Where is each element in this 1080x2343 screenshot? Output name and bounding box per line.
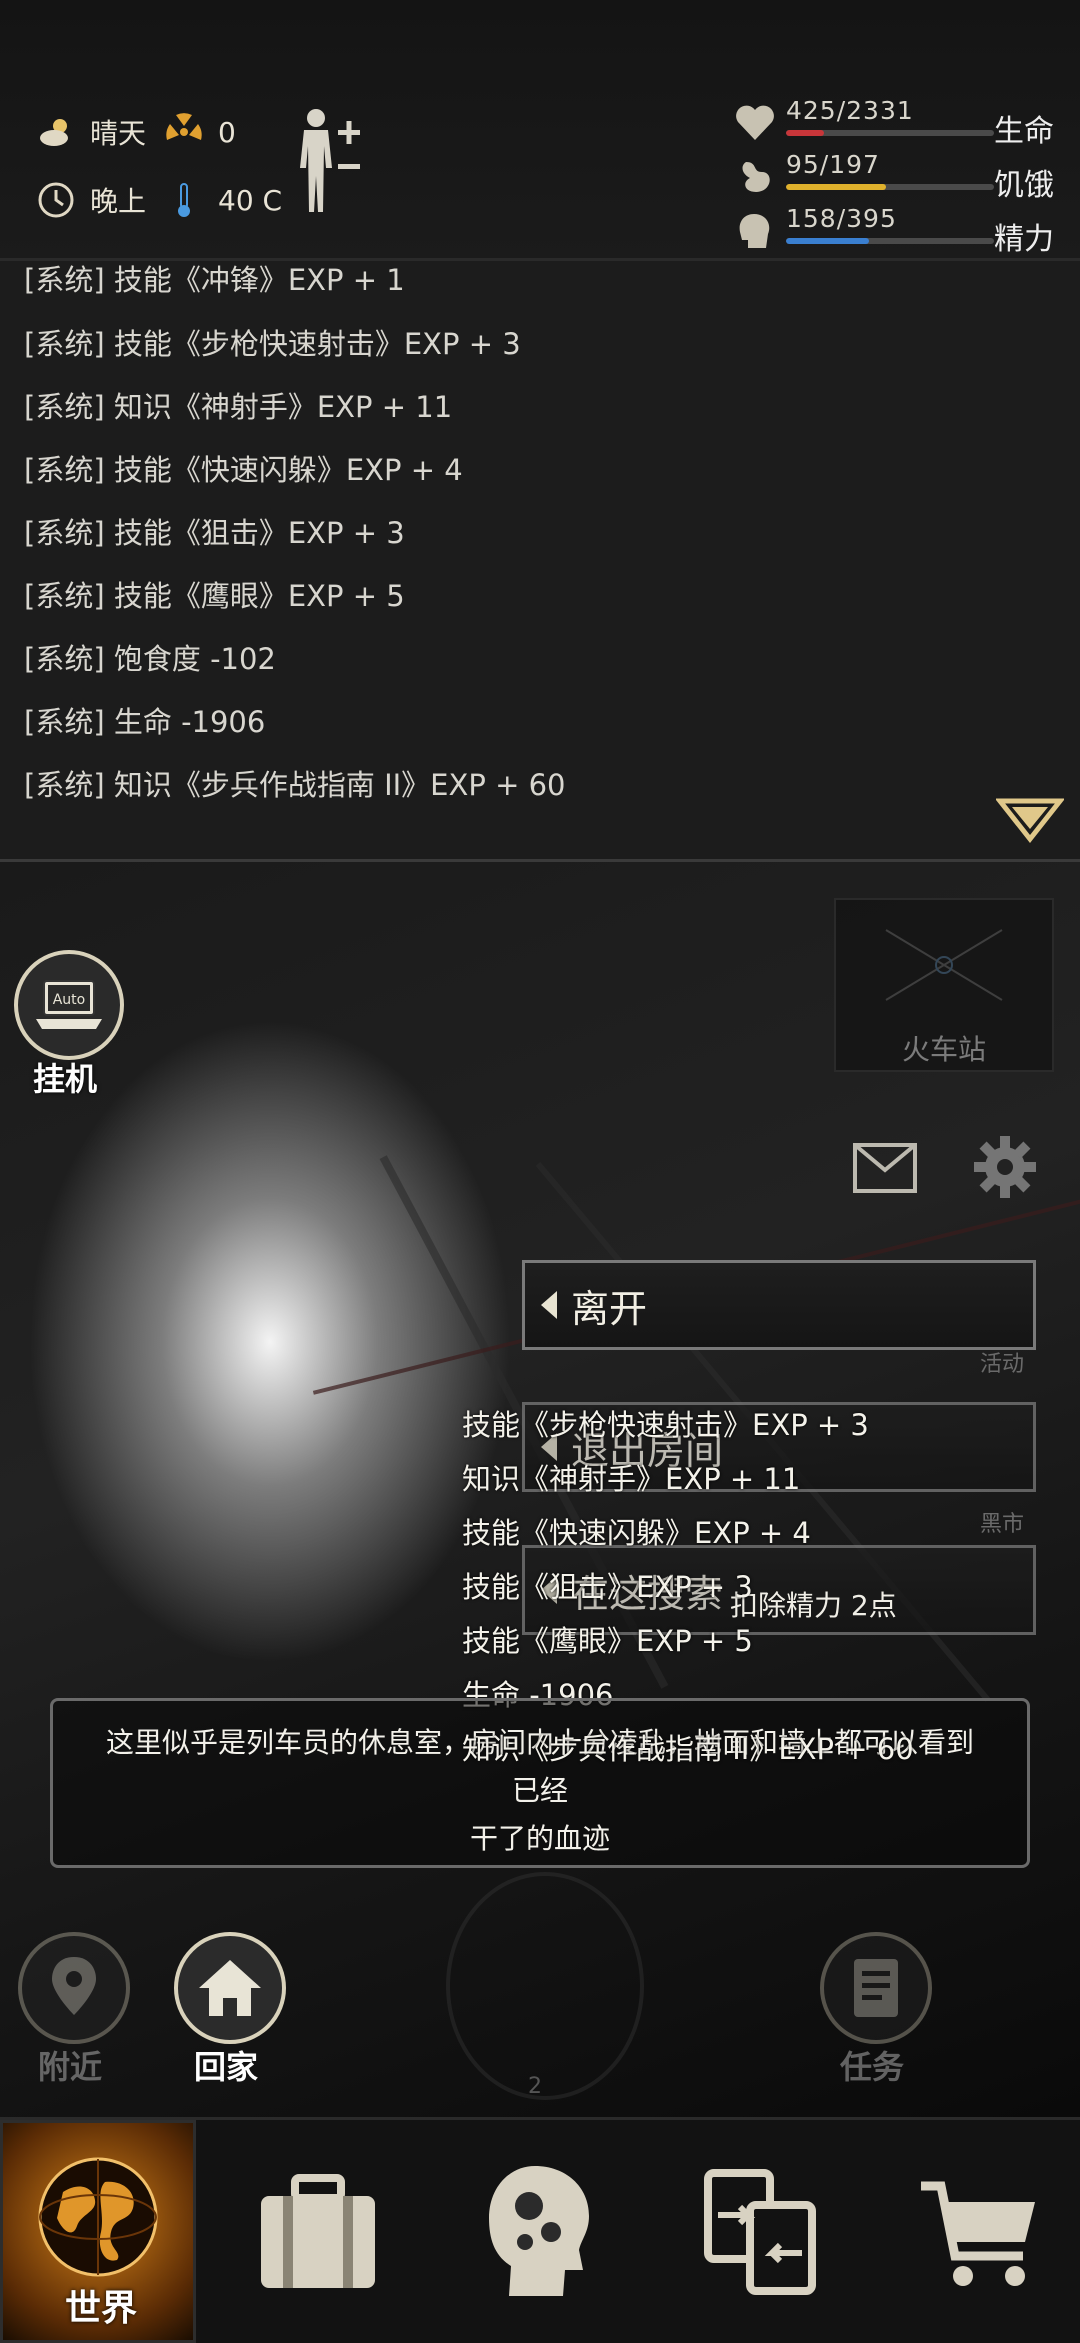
shopping-cart-icon (921, 2181, 1035, 2286)
left-arrow-icon (541, 1291, 557, 1319)
temperature-indicator: 40 C (164, 180, 282, 220)
radar-display (446, 1872, 644, 2100)
home-icon (199, 1960, 261, 2016)
temperature-value: 40 C (218, 183, 283, 217)
time-text: 晚上 (90, 185, 147, 218)
log-line: [系统] 技能《鹰眼》EXP + 5 (24, 579, 405, 613)
laptop-icon: Auto (36, 980, 102, 1029)
activity-label: 活动 (980, 1352, 1025, 1377)
log-line: [系统] 技能《冲锋》EXP + 1 (24, 263, 405, 297)
log-line: [系统] 生命 -1906 (24, 705, 266, 739)
energy-label: 精力 (994, 222, 1054, 257)
hunger-bar (786, 184, 994, 190)
floating-exp-text: 知识《步兵作战指南 II》EXP + 60 (462, 1732, 914, 1766)
search-cost: 扣除精力 2点 (730, 1589, 897, 1622)
leave-label: 离开 (571, 1286, 648, 1331)
leave-button[interactable]: 离开 (522, 1260, 1036, 1350)
sun-cloud-icon (40, 119, 68, 146)
scene-view: Auto 挂机 火车站 离开 活动 退出房间 黑市 在这搜索 扣除精力 2点 技… (0, 862, 1080, 2117)
nearby-label: 附近 (37, 2048, 102, 2086)
black-market-label: 黑市 (980, 1512, 1025, 1537)
floating-exp-text: 知识《神射手》EXP + 11 (462, 1462, 801, 1496)
description-line: 干了的血迹 (469, 1822, 610, 1855)
radar-label: 2 (528, 2074, 542, 2099)
energy-value: 158/395 (786, 204, 897, 233)
message-log[interactable]: [系统] 技能《冲锋》EXP + 1 [系统] 技能《步枪快速射击》EXP + … (0, 261, 1080, 862)
location-label: 火车站 (901, 1033, 986, 1066)
auto-badge: Auto (53, 992, 86, 1008)
task-list-icon (854, 1959, 898, 2017)
nav-shop[interactable] (880, 2120, 1080, 2343)
floating-exp-text: 技能《步枪快速射击》EXP + 3 (462, 1408, 869, 1442)
location-pin-icon (52, 1957, 96, 2015)
hunger-stat: 95/197 饥饿 (734, 150, 1080, 203)
floating-exp-text: 技能《快速闪躲》EXP + 4 (462, 1516, 811, 1550)
log-line: [系统] 饱食度 -102 (24, 642, 276, 676)
nav-world[interactable]: 世界 (0, 2120, 196, 2343)
time-indicator: 晚上 (36, 180, 146, 220)
nav-world-label: 世界 (64, 2288, 137, 2329)
log-line: [系统] 知识《神射手》EXP + 11 (24, 390, 453, 424)
energy-stat: 158/395 精力 (734, 204, 1080, 257)
health-label: 生命 (994, 114, 1054, 149)
hunger-label: 饥饿 (994, 168, 1054, 203)
nav-trade[interactable] (660, 2120, 860, 2343)
thermometer-icon (178, 183, 190, 217)
weather-text: 晴天 (90, 117, 147, 150)
head-icon (739, 214, 770, 248)
radiation-value: 0 (218, 115, 236, 149)
floating-exp-text: 技能《狙击》EXP + 3 (462, 1570, 753, 1604)
health-value: 425/2331 (786, 96, 914, 125)
tasks-button[interactable] (820, 1932, 932, 2044)
heart-icon (736, 105, 774, 140)
bottom-nav: 世界 (0, 2117, 1080, 2343)
suitcase-icon (261, 2173, 375, 2288)
tasks-label: 任务 (839, 2048, 904, 2086)
globe-icon (38, 2157, 158, 2276)
mail-icon[interactable] (852, 1142, 918, 1194)
radiation-icon (166, 113, 202, 140)
brain-head-icon (489, 2165, 589, 2296)
auto-idle-label: 挂机 (32, 1060, 97, 1098)
stomach-icon (742, 162, 770, 192)
scene-description: 这里似乎是列车员的休息室，房间内十分凌乱，地面和墙上都可以看到已经 干了的血迹 (50, 1698, 1030, 1868)
character-body-icon[interactable] (294, 106, 374, 216)
location-map[interactable]: 火车站 (834, 898, 1054, 1072)
auto-idle-button[interactable]: Auto (14, 950, 124, 1060)
clock-icon (38, 182, 74, 218)
energy-bar (786, 238, 994, 244)
weather-indicator: 晴天 (36, 112, 146, 152)
status-bar: 晴天 0 晚上 40 C 425/2331 生命 95/197 饥饿 158/3… (0, 0, 1080, 261)
home-label: 回家 (193, 2048, 258, 2086)
map-marker-icon (885, 929, 1003, 1001)
home-button[interactable] (174, 1932, 286, 2044)
exchange-icon (704, 2168, 816, 2295)
nav-backpack[interactable] (218, 2120, 418, 2343)
gear-icon[interactable] (970, 1132, 1040, 1202)
log-line: [系统] 技能《快速闪躲》EXP + 4 (24, 453, 463, 487)
log-line: [系统] 知识《步兵作战指南 II》EXP + 60 (24, 768, 566, 802)
health-stat: 425/2331 生命 (734, 96, 1080, 149)
nav-skills[interactable] (440, 2120, 640, 2343)
scroll-down-chevron-icon[interactable] (996, 795, 1064, 843)
floating-exp-text: 技能《鹰眼》EXP + 5 (462, 1624, 753, 1658)
health-bar (786, 130, 994, 136)
hunger-value: 95/197 (786, 150, 880, 179)
radiation-indicator: 0 (164, 112, 236, 152)
nearby-button[interactable] (18, 1932, 130, 2044)
log-line: [系统] 技能《狙击》EXP + 3 (24, 516, 405, 550)
log-line: [系统] 技能《步枪快速射击》EXP + 3 (24, 327, 521, 361)
